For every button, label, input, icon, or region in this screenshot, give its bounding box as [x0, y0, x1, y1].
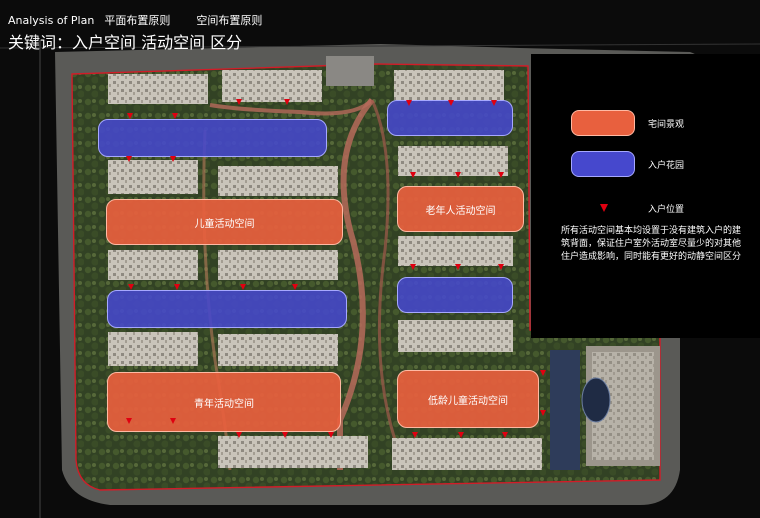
entry-garden-zone [397, 277, 513, 313]
entry-garden-zone [107, 290, 347, 328]
legend-entry-garden-label: 入户花园 [648, 161, 685, 171]
elderly-activity-zone: 老年人活动空间 [397, 186, 524, 232]
children-activity-zone: 儿童活动空间 [106, 199, 343, 245]
title-en: Analysis of Plan [8, 14, 95, 27]
legend-description: 所有活动空间基本均设置于没有建筑入户的建筑背面，保证住户室外活动室尽量少的对其他… [561, 226, 742, 262]
legend-entry-marker-icon [600, 204, 608, 212]
legend-entry-position-label: 入户位置 [648, 205, 685, 215]
legend-panel: 宅间景观 入户花园 入户位置 所有活动空间基本均设置于没有建筑入户的建筑背面，保… [531, 54, 760, 338]
legend-landscape-label: 宅间景观 [648, 120, 685, 130]
plan-diagram: { "header": { "title_en": "Analysis of P… [0, 0, 760, 518]
legend-entry-garden-swatch [571, 151, 635, 177]
entry-garden-zone [98, 119, 327, 157]
title-cn-plan: 平面布置原则 [104, 14, 171, 27]
toddler-activity-zone: 低龄儿童活动空间 [397, 370, 539, 428]
youth-activity-zone: 青年活动空间 [107, 372, 341, 432]
entry-garden-zone [387, 100, 513, 136]
header-line: Analysis of Plan 平面布置原则 空间布置原则 [8, 12, 262, 28]
legend-landscape-swatch [571, 110, 635, 136]
entrance-plaza [326, 56, 374, 86]
keywords-subtitle: 关键词：入户空间 活动空间 区分 [8, 33, 243, 52]
title-cn-space: 空间布置原则 [196, 14, 263, 27]
